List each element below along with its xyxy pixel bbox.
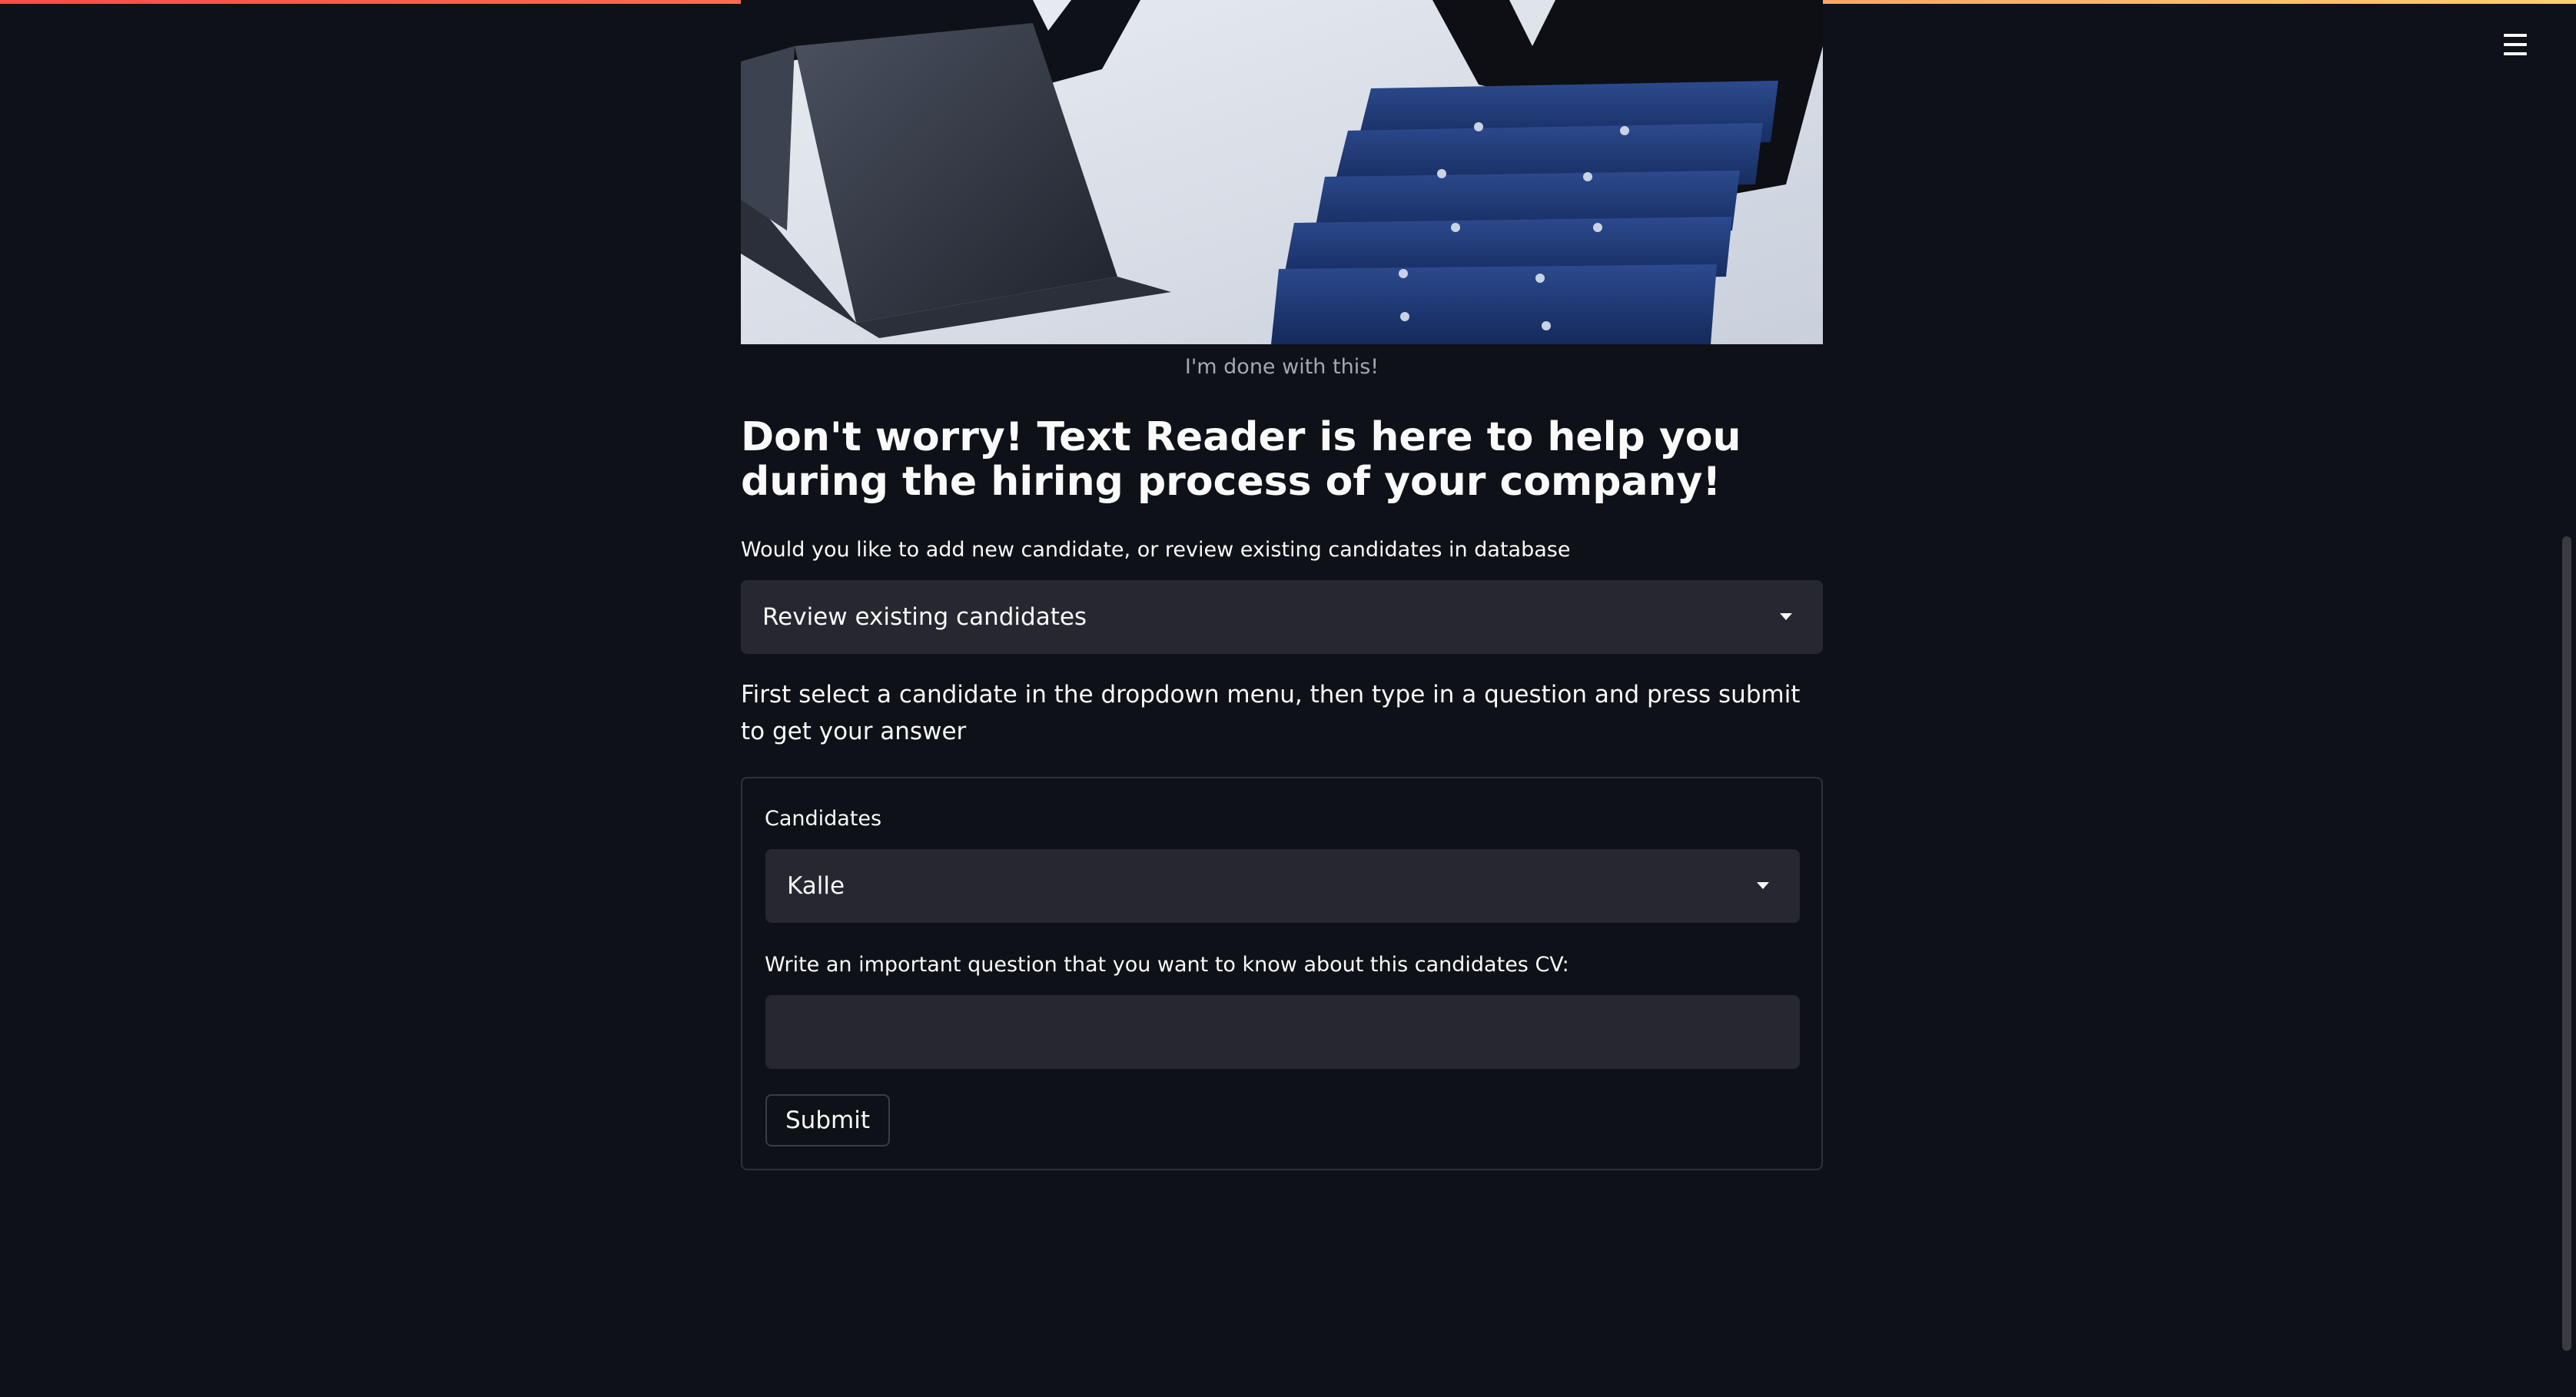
scrollbar[interactable] [2559, 0, 2576, 1397]
mode-select[interactable]: Review existing candidates [741, 580, 1823, 654]
scrollbar-thumb[interactable] [2562, 536, 2571, 1351]
submit-button[interactable]: Submit [765, 1094, 890, 1146]
question-input[interactable] [765, 995, 1800, 1069]
mode-select-label: Would you like to add new candidate, or … [741, 538, 1571, 562]
instructions-text: First select a candidate in the dropdown… [741, 681, 1801, 745]
hamburger-menu-icon[interactable] [2495, 26, 2536, 63]
chevron-down-icon [1757, 882, 1769, 889]
image-caption: I'm done with this! [1184, 355, 1379, 379]
app-page: I'm done with this! Don't worry! Text Re… [0, 0, 2576, 1397]
office-laptop-binders-image [741, 0, 1823, 344]
page-headline: Don't worry! Text Reader is here to help… [741, 414, 1741, 505]
question-label: Write an important question that you wan… [765, 953, 1569, 977]
candidates-label: Candidates [765, 807, 882, 831]
candidate-select[interactable]: Kalle [765, 849, 1800, 923]
candidate-select-value: Kalle [787, 872, 845, 900]
chevron-down-icon [1780, 613, 1792, 620]
mode-select-value: Review existing candidates [762, 603, 1087, 631]
